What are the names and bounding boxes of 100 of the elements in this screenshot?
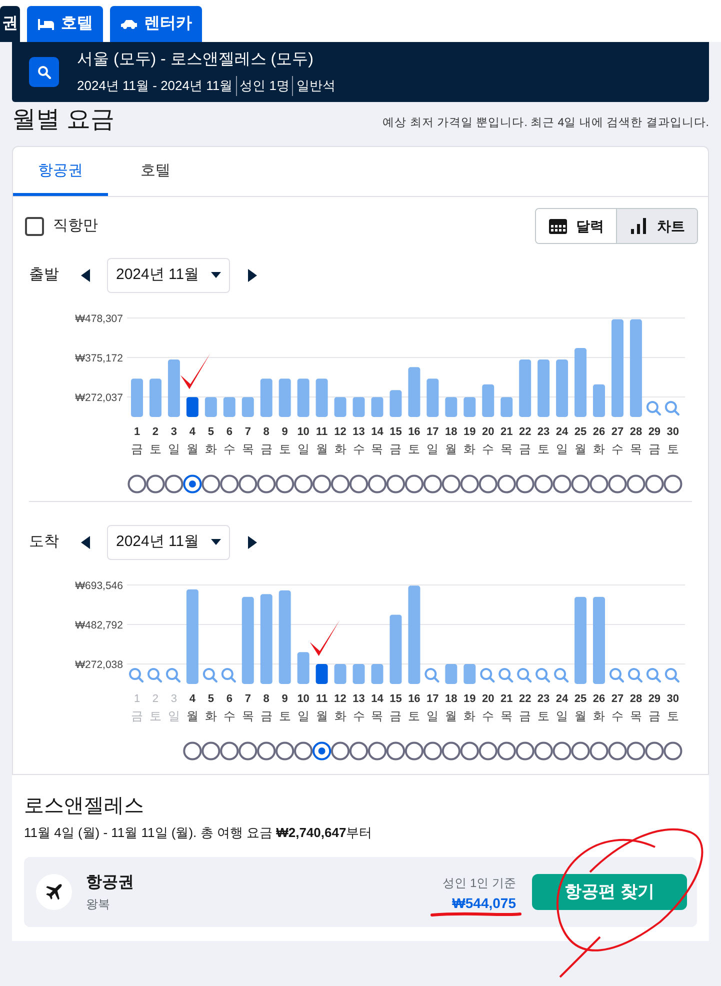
radio-button[interactable] xyxy=(552,474,572,494)
weekday-label: 화 xyxy=(334,442,346,456)
radio-button[interactable] xyxy=(497,742,516,760)
radio-button[interactable] xyxy=(330,742,350,760)
weekday-label: 토 xyxy=(278,442,291,456)
tab[interactable]: 호텔 xyxy=(27,6,103,42)
radio-button[interactable] xyxy=(664,474,682,494)
radio-button[interactable] xyxy=(664,742,682,760)
view-toggle-button[interactable]: 차트 xyxy=(616,209,697,243)
tab[interactable]: 렌터카 xyxy=(110,6,202,42)
radio-button[interactable] xyxy=(571,474,590,494)
radio-button[interactable] xyxy=(590,742,608,760)
radio-button[interactable] xyxy=(312,742,332,760)
date-label: 6 xyxy=(226,693,232,705)
radio-button[interactable] xyxy=(183,474,202,494)
weekday-label: 토 xyxy=(666,709,679,723)
radio-button[interactable] xyxy=(423,474,442,494)
radio-button[interactable] xyxy=(276,474,294,494)
radio-button[interactable] xyxy=(645,742,664,760)
radio-button[interactable] xyxy=(257,742,276,760)
axis-label: ₩375,172 xyxy=(75,352,123,365)
weekday-label: 금 xyxy=(519,709,532,723)
radio-button[interactable] xyxy=(478,742,498,760)
radio-button[interactable] xyxy=(442,474,460,494)
weekday-label: 목 xyxy=(242,709,254,723)
radio-button[interactable] xyxy=(516,742,534,760)
radio-button[interactable] xyxy=(645,474,664,494)
radio-button[interactable] xyxy=(220,474,239,494)
radio-button[interactable] xyxy=(571,742,590,760)
bed-icon xyxy=(37,17,55,31)
trip-detail: 성인 1명 xyxy=(236,76,292,96)
radio-button[interactable] xyxy=(478,474,498,494)
date-label: 12 xyxy=(334,426,346,438)
radio-button[interactable] xyxy=(552,742,572,760)
month-dropdown[interactable]: 2024년 11월 xyxy=(107,524,230,560)
radio-button[interactable] xyxy=(202,742,220,760)
radio-button[interactable] xyxy=(534,474,553,494)
radio-button[interactable] xyxy=(608,742,627,760)
date-label: 29 xyxy=(648,693,661,705)
radio-button[interactable] xyxy=(386,742,406,760)
radio-button[interactable] xyxy=(164,474,184,494)
tab[interactable]: 호텔 xyxy=(108,147,203,196)
radio-button[interactable] xyxy=(330,474,350,494)
radio-button[interactable] xyxy=(608,474,627,494)
radio-button[interactable] xyxy=(183,742,202,760)
tab[interactable]: 권 xyxy=(0,6,20,42)
radio-button[interactable] xyxy=(238,742,258,760)
radio-button[interactable] xyxy=(404,474,424,494)
date-label: 14 xyxy=(371,693,384,705)
radio-button[interactable] xyxy=(534,742,553,760)
radio-button[interactable] xyxy=(442,742,460,760)
radio-button[interactable] xyxy=(294,474,313,494)
check-mark-icon xyxy=(180,353,210,390)
radio-button[interactable] xyxy=(516,474,534,494)
axis-label: ₩482,792 xyxy=(75,619,123,632)
chart-bar[interactable] xyxy=(186,397,198,417)
radio-button[interactable] xyxy=(238,474,258,494)
radio-button[interactable] xyxy=(146,474,165,494)
right-triangle-icon xyxy=(248,536,256,548)
date-label: 9 xyxy=(282,426,288,438)
radio-button[interactable] xyxy=(626,742,646,760)
chart-bar[interactable] xyxy=(316,664,328,684)
radio-button[interactable] xyxy=(460,474,479,494)
radio-button[interactable] xyxy=(497,474,516,494)
weekday-label: 일 xyxy=(297,442,310,456)
date-label: 25 xyxy=(574,426,587,438)
radio-button[interactable] xyxy=(349,474,368,494)
tab[interactable]: 항공권 xyxy=(13,147,108,196)
weekday-label: 수 xyxy=(611,709,624,723)
checkbox[interactable] xyxy=(25,216,44,236)
radio-button[interactable] xyxy=(386,474,406,494)
radio-button[interactable] xyxy=(349,742,368,760)
weekday-label: 목 xyxy=(242,442,254,456)
weekday-label: 수 xyxy=(352,709,365,723)
radio-button[interactable] xyxy=(626,474,646,494)
search-button[interactable] xyxy=(29,57,59,87)
radio-button[interactable] xyxy=(423,742,442,760)
radio-button[interactable] xyxy=(220,742,239,760)
radio-button[interactable] xyxy=(404,742,424,760)
weekday-label: 수 xyxy=(482,442,494,456)
month-dropdown[interactable]: 2024년 11월 xyxy=(107,258,230,292)
weekday-label: 일 xyxy=(168,442,180,456)
radio-button[interactable] xyxy=(368,474,387,494)
date-label: 11 xyxy=(316,693,328,705)
weekday-label: 월 xyxy=(186,709,198,723)
radio-button[interactable] xyxy=(294,742,313,760)
radio-button[interactable] xyxy=(128,474,146,494)
date-label: 7 xyxy=(244,693,251,705)
weekday-label: 일 xyxy=(168,709,180,723)
radio-button[interactable] xyxy=(202,474,220,494)
radio-button[interactable] xyxy=(460,742,479,760)
radio-button[interactable] xyxy=(276,742,294,760)
radio-button[interactable] xyxy=(590,474,608,494)
radio-button[interactable] xyxy=(312,474,332,494)
weekday-label: 화 xyxy=(204,442,217,456)
radio-button[interactable] xyxy=(368,742,387,760)
weekday-label: 월 xyxy=(574,442,587,456)
radio-button[interactable] xyxy=(257,474,276,494)
weekday-label: 일 xyxy=(426,442,439,456)
date-label: 5 xyxy=(208,426,214,438)
